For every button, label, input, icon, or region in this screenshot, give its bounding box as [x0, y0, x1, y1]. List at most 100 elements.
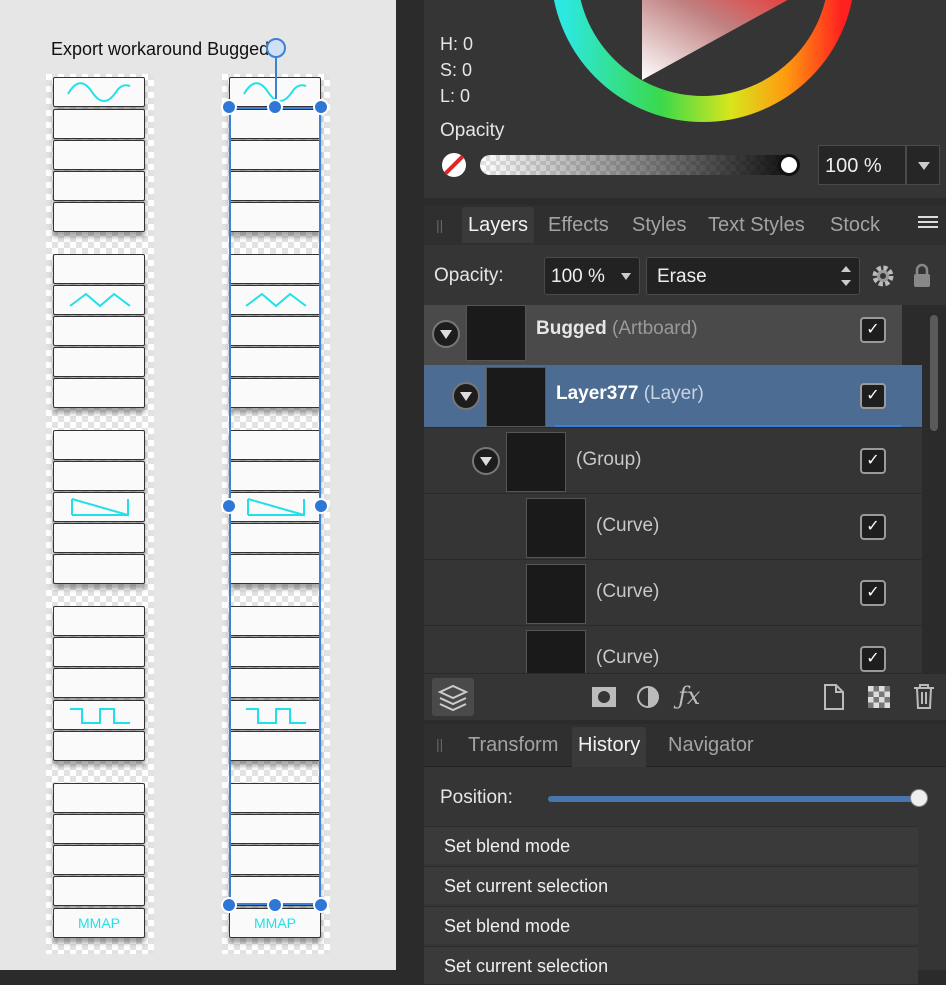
- no-color-swatch[interactable]: [442, 153, 466, 177]
- resize-handle-middle-left[interactable]: [221, 498, 237, 514]
- layer-label: Bugged (Artboard): [536, 318, 698, 340]
- resize-handle-bottom-left[interactable]: [221, 897, 237, 913]
- layer-thumbnail: [526, 498, 586, 558]
- history-item[interactable]: Set current selection: [424, 946, 918, 984]
- frame-cell: [53, 523, 145, 553]
- layer-row-group[interactable]: (Group) ✓: [424, 428, 922, 494]
- frame-cell: [53, 430, 145, 460]
- color-wheel[interactable]: [424, 0, 946, 140]
- frame-cell: [53, 140, 145, 170]
- add-pixel-layer-icon[interactable]: [822, 683, 846, 711]
- artboard-label: Export workaround Bugged: [51, 39, 270, 59]
- mask-layer-icon[interactable]: [590, 683, 618, 711]
- tab-history[interactable]: History: [572, 727, 647, 767]
- history-position-slider[interactable]: [548, 796, 920, 802]
- layer-type: (Layer): [643, 383, 704, 404]
- opacity-value-field[interactable]: 100 %: [818, 145, 906, 185]
- resize-handle-bottom-center[interactable]: [267, 897, 283, 913]
- trash-icon[interactable]: [912, 682, 936, 710]
- lightness-value: 0: [460, 86, 471, 106]
- selection-bounding-box[interactable]: [229, 107, 321, 905]
- studio-panel: H: 0 S: 0 L: 0 Opacity 100 % || Layers E…: [396, 0, 946, 984]
- saturation-readout: S: 0: [440, 60, 472, 81]
- expand-toggle-icon[interactable]: [432, 320, 460, 348]
- layers-studio-icon[interactable]: [432, 678, 474, 716]
- adjustment-layer-icon[interactable]: [634, 683, 662, 711]
- resize-handle-top-left[interactable]: [221, 99, 237, 115]
- mmap-cell: MMAP: [53, 908, 145, 938]
- lightness-label: L:: [440, 86, 456, 106]
- tab-layers[interactable]: Layers: [462, 207, 535, 243]
- wave-cell-square: [53, 700, 145, 730]
- fx-icon[interactable]: ƒx: [678, 682, 700, 710]
- saturation-value: 0: [462, 60, 473, 80]
- rotation-handle[interactable]: [266, 38, 286, 58]
- resize-handle-top-right[interactable]: [313, 99, 329, 115]
- layer-thumbnail: [526, 564, 586, 624]
- frame-cell: [53, 814, 145, 844]
- frame-cell: [53, 668, 145, 698]
- layer-row-artboard[interactable]: Bugged (Artboard) ✓: [424, 305, 902, 366]
- artboard-strip-left[interactable]: MMAP: [46, 74, 154, 954]
- layer-label: (Curve): [596, 581, 659, 603]
- chevron-down-icon: [918, 162, 930, 170]
- expand-toggle-icon[interactable]: [452, 382, 480, 410]
- lock-icon[interactable]: [912, 263, 932, 289]
- layer-label: (Curve): [596, 647, 659, 669]
- blend-mode-dropdown[interactable]: Erase: [646, 257, 860, 295]
- layer-visibility-checkbox[interactable]: ✓: [860, 514, 886, 540]
- panel-grip-icon[interactable]: ||: [436, 217, 443, 233]
- document-canvas[interactable]: Export workaround Bugged MMAP MMAP: [0, 0, 396, 970]
- layer-opacity-value: 100 %: [551, 266, 605, 287]
- layer-label: (Group): [576, 449, 641, 471]
- resize-handle-top-center[interactable]: [267, 99, 283, 115]
- resize-handle-bottom-right[interactable]: [313, 897, 329, 913]
- frame-cell: [53, 316, 145, 346]
- layer-opacity-dropdown[interactable]: 100 %: [544, 257, 640, 295]
- panel-menu-icon[interactable]: [918, 216, 938, 232]
- tab-styles[interactable]: Styles: [632, 207, 686, 243]
- layer-visibility-checkbox[interactable]: ✓: [860, 448, 886, 474]
- layer-visibility-checkbox[interactable]: ✓: [860, 580, 886, 606]
- tab-text-styles[interactable]: Text Styles: [708, 207, 805, 243]
- opacity-slider-thumb[interactable]: [778, 154, 800, 176]
- frame-cell: [53, 461, 145, 491]
- history-item[interactable]: Set blend mode: [424, 826, 918, 864]
- layer-row-curve[interactable]: (Curve) ✓: [424, 560, 922, 626]
- resize-handle-middle-right[interactable]: [313, 498, 329, 514]
- hue-label: H:: [440, 34, 458, 54]
- layer-name: Bugged: [536, 318, 607, 339]
- expand-toggle-icon[interactable]: [472, 447, 500, 475]
- frame-cell: [53, 554, 145, 584]
- panel-grip-icon[interactable]: ||: [436, 736, 443, 752]
- tab-effects[interactable]: Effects: [548, 207, 609, 243]
- opacity-dropdown-button[interactable]: [906, 145, 940, 185]
- layer-visibility-checkbox[interactable]: ✓: [860, 646, 886, 672]
- history-item[interactable]: Set blend mode: [424, 906, 918, 944]
- layers-scrollbar[interactable]: [930, 315, 938, 431]
- stepper-icon: [841, 266, 851, 288]
- tab-stock[interactable]: Stock: [830, 207, 880, 243]
- frame-cell: [53, 845, 145, 875]
- layer-visibility-checkbox[interactable]: ✓: [860, 317, 886, 343]
- layers-list: Bugged (Artboard) ✓ Layer377 (Layer) ✓ (…: [396, 305, 946, 673]
- layer-thumbnail: [506, 432, 566, 492]
- layer-type: (Curve): [596, 647, 660, 668]
- layer-row-curve[interactable]: (Curve) ✓: [424, 626, 922, 673]
- layer-row-curve[interactable]: (Curve) ✓: [424, 494, 922, 560]
- gear-icon[interactable]: [870, 263, 896, 289]
- tab-navigator[interactable]: Navigator: [668, 727, 754, 763]
- fill-layer-icon[interactable]: [866, 684, 892, 710]
- layer-type: (Curve): [596, 515, 660, 536]
- frame-cell: [53, 637, 145, 667]
- history-position-thumb[interactable]: [910, 789, 928, 807]
- opacity-slider-track[interactable]: [480, 155, 796, 175]
- history-item[interactable]: Set current selection: [424, 866, 918, 904]
- layers-bottom-toolbar: ƒx: [424, 673, 946, 720]
- layer-visibility-checkbox[interactable]: ✓: [860, 383, 886, 409]
- layer-row-layer377[interactable]: Layer377 (Layer) ✓: [424, 365, 922, 428]
- tab-transform[interactable]: Transform: [468, 727, 558, 763]
- layer-opacity-label: Opacity:: [434, 265, 504, 286]
- wave-cell-triangle: [53, 285, 145, 315]
- color-panel: H: 0 S: 0 L: 0 Opacity 100 %: [424, 0, 946, 198]
